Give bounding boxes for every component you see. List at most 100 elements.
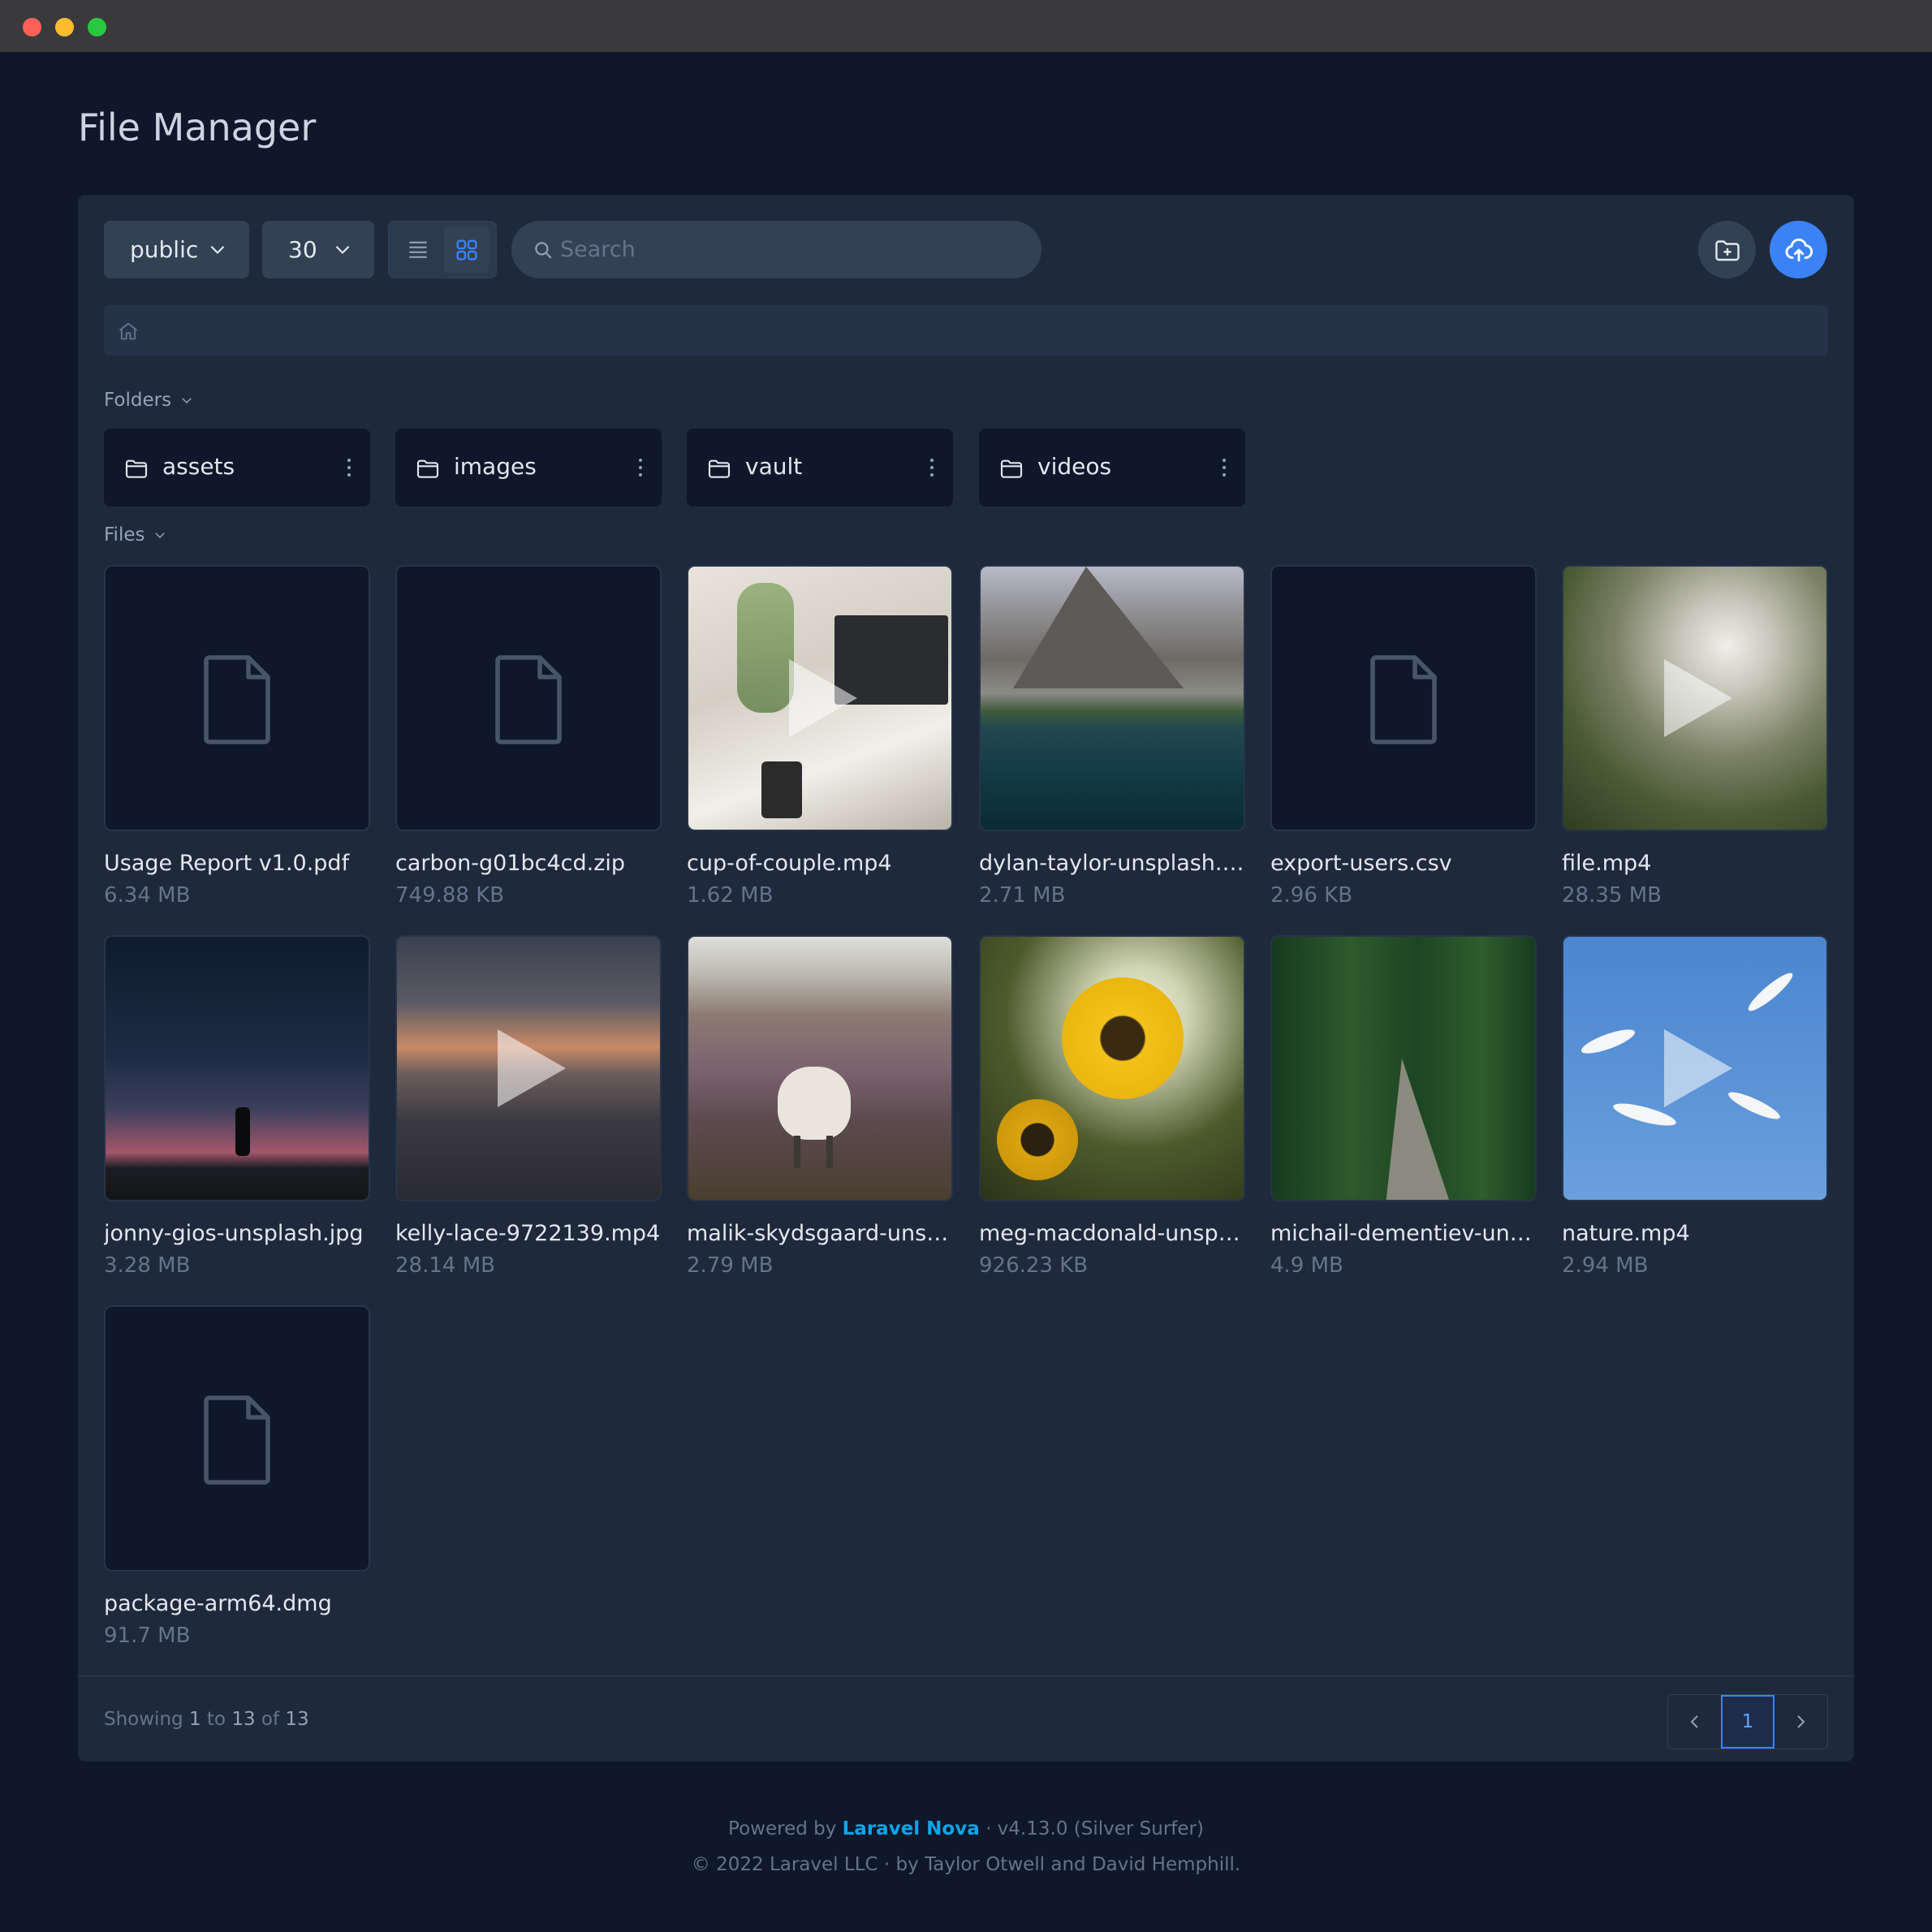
chevron-down-icon (182, 398, 192, 404)
folder-name: vault (745, 453, 803, 480)
disk-select[interactable]: public (104, 221, 249, 278)
image-thumbnail[interactable] (1270, 935, 1537, 1201)
create-folder-button[interactable] (1698, 221, 1756, 278)
laravel-nova-link[interactable]: Laravel Nova (843, 1818, 980, 1839)
file-icon (204, 1395, 270, 1485)
file-size: 1.62 MB (687, 883, 774, 908)
file-icon (1370, 655, 1437, 744)
view-mode-toggle (388, 221, 497, 278)
file-item[interactable]: carbon-g01bc4cd.zip 749.88 KB (395, 565, 662, 908)
next-page-button[interactable] (1775, 1695, 1827, 1749)
files-label: Files (104, 524, 145, 546)
file-size: 6.34 MB (104, 883, 191, 908)
search-icon (535, 242, 552, 259)
search-box (511, 221, 1041, 278)
image-thumbnail[interactable] (687, 935, 953, 1201)
file-item[interactable]: file.mp4 28.35 MB (1562, 565, 1828, 908)
file-item[interactable]: kelly-lace-9722139.mp4 28.14 MB (395, 935, 662, 1278)
file-item[interactable]: Usage Report v1.0.pdf 6.34 MB (104, 565, 370, 908)
chevron-right-icon (1797, 1715, 1805, 1728)
file-size: 28.14 MB (395, 1253, 495, 1278)
file-item[interactable]: jonny-gios-unsplash.jpg 3.28 MB (104, 935, 370, 1278)
file-icon (204, 655, 270, 744)
file-size: 3.28 MB (104, 1253, 191, 1278)
folder-item[interactable]: videos (979, 429, 1245, 507)
play-icon (789, 659, 857, 737)
file-name: malik-skydsgaard-unspl... (687, 1221, 953, 1246)
home-icon[interactable] (117, 320, 140, 343)
upload-button[interactable] (1770, 221, 1827, 278)
folder-name: images (454, 453, 537, 480)
disk-select-value: public (130, 236, 199, 263)
pagination-controls: 1 (1667, 1694, 1828, 1749)
file-icon (495, 655, 562, 744)
file-thumbnail[interactable] (104, 1305, 370, 1572)
video-thumbnail[interactable] (1562, 935, 1828, 1201)
file-item[interactable]: meg-macdonald-unspla... 926.23 KB (979, 935, 1245, 1278)
page-title: File Manager (78, 106, 317, 149)
file-item[interactable]: export-users.csv 2.96 KB (1270, 565, 1537, 908)
zoom-window-button[interactable] (88, 18, 106, 37)
page-button-current[interactable]: 1 (1721, 1695, 1775, 1749)
file-size: 2.94 MB (1562, 1253, 1649, 1278)
file-size: 2.71 MB (979, 883, 1066, 908)
file-name: Usage Report v1.0.pdf (104, 851, 350, 876)
file-thumbnail[interactable] (104, 565, 370, 831)
file-name: jonny-gios-unsplash.jpg (104, 1221, 364, 1246)
file-name: kelly-lace-9722139.mp4 (395, 1221, 661, 1246)
video-thumbnail[interactable] (687, 565, 953, 831)
minimize-window-button[interactable] (55, 18, 74, 37)
file-item[interactable]: package-arm64.dmg 91.7 MB (104, 1305, 370, 1648)
video-thumbnail[interactable] (1562, 565, 1828, 831)
image-thumbnail[interactable] (979, 935, 1245, 1201)
file-name: nature.mp4 (1562, 1221, 1690, 1246)
file-manager-panel: public 30 Folders assets images (78, 195, 1854, 1762)
folder-item[interactable]: vault (687, 429, 953, 507)
folder-name: videos (1037, 453, 1112, 480)
folders-label: Folders (104, 390, 172, 411)
search-input[interactable] (560, 221, 1015, 278)
file-item[interactable]: malik-skydsgaard-unspl... 2.79 MB (687, 935, 953, 1278)
file-item[interactable]: nature.mp4 2.94 MB (1562, 935, 1828, 1278)
folder-menu-button[interactable] (1218, 451, 1231, 484)
folder-menu-button[interactable] (634, 451, 647, 484)
folder-menu-button[interactable] (925, 451, 938, 484)
pagination-summary: Showing 1 to 13 of 13 (104, 1709, 309, 1730)
folder-item[interactable]: images (395, 429, 662, 507)
file-size: 926.23 KB (979, 1253, 1089, 1278)
file-size: 749.88 KB (395, 883, 505, 908)
files-section-toggle[interactable]: Files (104, 524, 167, 546)
folder-icon (708, 459, 731, 478)
previous-page-button[interactable] (1668, 1695, 1721, 1749)
image-thumbnail[interactable] (979, 565, 1245, 831)
grid-icon (456, 239, 477, 261)
folder-item[interactable]: assets (104, 429, 370, 507)
per-page-select[interactable]: 30 (262, 221, 374, 278)
file-name: michail-dementiev-unsp... (1270, 1221, 1537, 1246)
chevron-down-icon (155, 533, 166, 539)
image-thumbnail[interactable] (104, 935, 370, 1201)
footer-copyright: © 2022 Laravel LLC · by Taylor Otwell an… (691, 1854, 1241, 1875)
file-name: meg-macdonald-unspla... (979, 1221, 1245, 1246)
footer-powered-by: Powered by Laravel Nova · v4.13.0 (Silve… (728, 1818, 1204, 1839)
file-name: cup-of-couple.mp4 (687, 851, 892, 876)
pagination-bar: Showing 1 to 13 of 13 1 (78, 1675, 1854, 1762)
file-thumbnail[interactable] (395, 565, 662, 831)
cloud-upload-icon (1785, 238, 1813, 261)
file-name: package-arm64.dmg (104, 1591, 332, 1616)
file-item[interactable]: dylan-taylor-unsplash.jpg 2.71 MB (979, 565, 1245, 908)
video-thumbnail[interactable] (395, 935, 662, 1201)
list-view-button[interactable] (395, 226, 441, 273)
file-item[interactable]: cup-of-couple.mp4 1.62 MB (687, 565, 953, 908)
file-item[interactable]: michail-dementiev-unsp... 4.9 MB (1270, 935, 1537, 1278)
file-size: 91.7 MB (104, 1624, 191, 1648)
close-window-button[interactable] (23, 18, 41, 37)
file-thumbnail[interactable] (1270, 565, 1537, 831)
folder-icon (1000, 459, 1023, 478)
file-size: 4.9 MB (1270, 1253, 1343, 1278)
folder-name: assets (162, 453, 235, 480)
folder-icon (416, 459, 439, 478)
grid-view-button[interactable] (444, 226, 489, 273)
folders-section-toggle[interactable]: Folders (104, 390, 194, 411)
folder-menu-button[interactable] (343, 451, 356, 484)
